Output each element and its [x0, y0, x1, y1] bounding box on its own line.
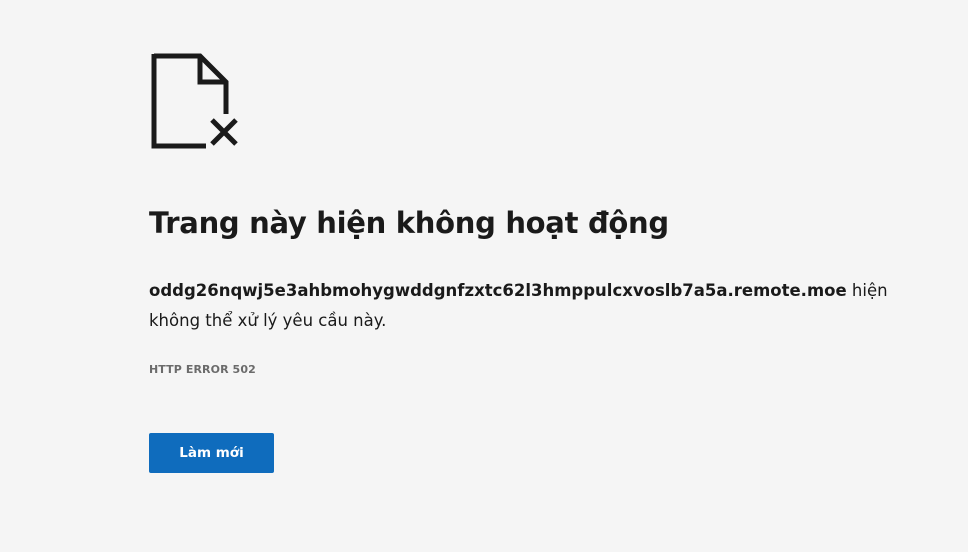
error-code: HTTP ERROR 502 [149, 363, 256, 376]
error-page: Trang này hiện không hoạt động oddg26nqw… [0, 0, 968, 552]
broken-document-icon [151, 53, 238, 149]
host-name: oddg26nqwj5e3ahbmohygwddgnfzxtc62l3hmppu… [149, 281, 847, 300]
error-message: oddg26nqwj5e3ahbmohygwddgnfzxtc62l3hmppu… [149, 276, 909, 336]
reload-button[interactable]: Làm mới [149, 433, 274, 473]
page-title: Trang này hiện không hoạt động [149, 206, 669, 240]
